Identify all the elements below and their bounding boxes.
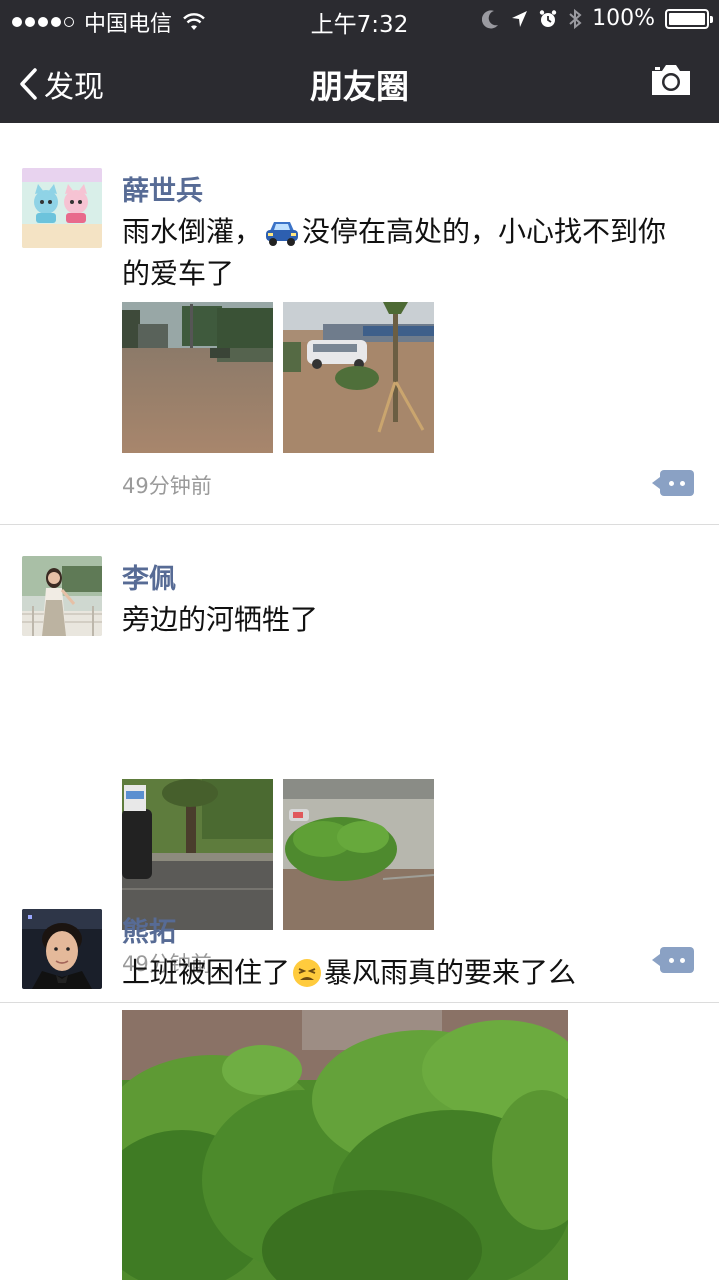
bluetooth-icon — [569, 8, 582, 29]
post-text-part: 雨水倒灌， — [122, 215, 263, 248]
post-author-name[interactable]: 李佩 — [122, 557, 176, 596]
navigation-bar: 发现 朋友圈 — [0, 40, 719, 123]
post-author-name[interactable]: 熊拓 — [122, 910, 176, 949]
post-text-part: 上班被困住了 — [122, 956, 291, 989]
moment-post: 李佩 旁边的河牺牲了 49分钟前 — [0, 525, 719, 1003]
camera-button[interactable] — [649, 62, 693, 102]
moment-post: 熊拓 上班被困住了 暴风雨真的要来了么 — [0, 878, 719, 1280]
moments-feed[interactable]: 薛世兵 雨水倒灌， 没停在高处的，小心找不到你的爱车了 49分钟前 李佩 旁边的… — [0, 123, 719, 1280]
flooded-road-van-photo[interactable] — [283, 302, 434, 453]
post-text-part: 暴风雨真的要来了么 — [324, 956, 577, 989]
page-title: 朋友圈 — [310, 67, 409, 106]
battery-icon — [665, 8, 713, 29]
post-author-name[interactable]: 薛世兵 — [122, 169, 203, 208]
car-emoji — [266, 222, 299, 246]
status-right: 100% — [482, 6, 713, 31]
avatar[interactable] — [22, 556, 102, 636]
avatar[interactable] — [22, 909, 102, 989]
tired-face-emoji — [293, 959, 322, 987]
location-arrow-icon — [512, 10, 528, 27]
battery-percent: 100% — [592, 6, 655, 31]
more-dots-icon — [669, 481, 685, 486]
status-bar: 中国电信 上午7:32 100% — [0, 0, 719, 40]
moon-icon — [482, 9, 499, 28]
camera-icon — [652, 65, 690, 95]
storm-trees-photo[interactable] — [122, 1010, 568, 1280]
comment-button[interactable] — [652, 470, 694, 496]
post-text: 旁边的河牺牲了 — [122, 603, 319, 636]
post-text: 雨水倒灌， 没停在高处的，小心找不到你的爱车了 — [122, 211, 692, 295]
alarm-clock-icon — [539, 9, 557, 27]
post-timestamp: 49分钟前 — [122, 474, 212, 498]
post-text: 上班被困住了 暴风雨真的要来了么 — [122, 952, 692, 994]
moment-post: 薛世兵 雨水倒灌， 没停在高处的，小心找不到你的爱车了 49分钟前 — [0, 123, 719, 525]
avatar[interactable] — [22, 168, 102, 248]
flooded-street-photo[interactable] — [122, 302, 273, 453]
